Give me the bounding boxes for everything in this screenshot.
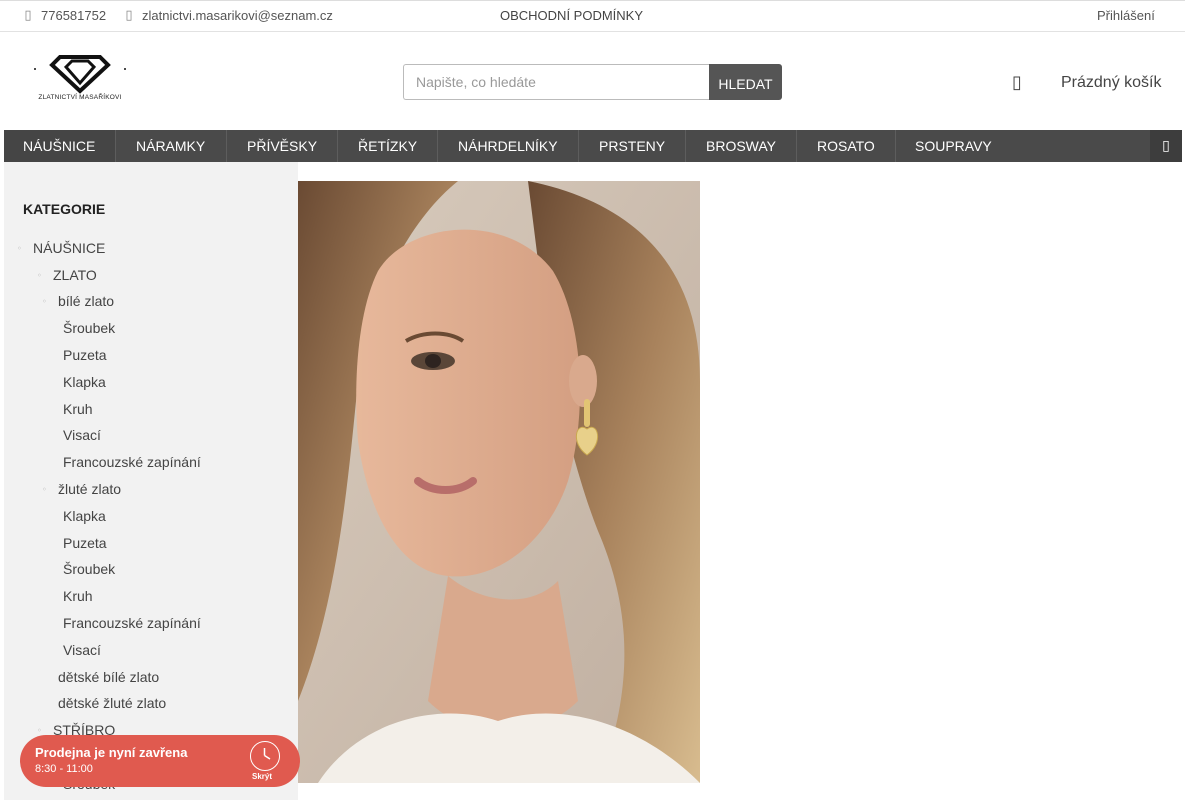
category-item[interactable]: Klapka bbox=[63, 374, 106, 390]
login-link[interactable]: Přihlášení bbox=[1097, 8, 1155, 23]
category-item[interactable]: ZLATO bbox=[53, 267, 97, 283]
clock-icon bbox=[250, 741, 280, 771]
category-item[interactable]: Kruh bbox=[63, 401, 93, 417]
store-status: Prodejna je nyní zavřena bbox=[35, 745, 188, 760]
terms-link[interactable]: OBCHODNÍ PODMÍNKY bbox=[500, 8, 643, 23]
nav-item-retizky[interactable]: ŘETÍZKY bbox=[338, 130, 437, 162]
category-item[interactable]: dětské bílé zlato bbox=[58, 669, 159, 685]
phone-number[interactable]: 776581752 bbox=[41, 8, 106, 23]
search-bar: HLEDAT bbox=[403, 64, 782, 100]
logo-text: ZLATNICTVÍ MASAŘÍKOVI bbox=[38, 94, 122, 101]
cart[interactable]: ▯ Prázdný košík bbox=[1012, 72, 1161, 93]
logo-mark bbox=[34, 55, 126, 94]
nav-item-rosato[interactable]: ROSATO bbox=[797, 130, 895, 162]
phone-contact[interactable]: ▯ 776581752 bbox=[23, 8, 106, 23]
category-item[interactable]: Visací bbox=[63, 427, 101, 443]
category-item[interactable]: Puzeta bbox=[63, 535, 107, 551]
bullet-icon: ◦ bbox=[42, 297, 47, 306]
hide-widget-button[interactable]: Skrýt bbox=[252, 772, 272, 781]
top-bar: ▯ 776581752 ▯ zlatnictvi.masarikovi@sezn… bbox=[0, 0, 1185, 32]
category-item[interactable]: bílé zlato bbox=[58, 293, 114, 309]
email-icon: ▯ bbox=[125, 8, 133, 23]
category-item[interactable]: Visací bbox=[63, 642, 101, 658]
site-logo[interactable]: ZLATNICTVÍ MASAŘÍKOVI bbox=[32, 55, 128, 105]
nav-item-nahrdelniky[interactable]: NÁHRDELNÍKY bbox=[438, 130, 578, 162]
main-nav: NÁUŠNICE NÁRAMKY PŘÍVĚSKY ŘETÍZKY NÁHRDE… bbox=[4, 130, 1182, 162]
bullet-icon: ◦ bbox=[37, 726, 42, 735]
email-contact[interactable]: ▯ zlatnictvi.masarikovi@seznam.cz bbox=[124, 8, 333, 23]
nav-item-soupravy[interactable]: SOUPRAVY bbox=[896, 130, 1016, 162]
opening-hours-widget[interactable]: Prodejna je nyní zavřena 8:30 - 11:00 Sk… bbox=[20, 735, 300, 787]
more-icon[interactable]: ▯ bbox=[1150, 130, 1182, 162]
bullet-icon: ◦ bbox=[17, 244, 22, 253]
category-item[interactable]: Klapka bbox=[63, 508, 106, 524]
category-item[interactable]: Puzeta bbox=[63, 347, 107, 363]
cart-icon: ▯ bbox=[1012, 72, 1022, 93]
bullet-icon: ◦ bbox=[42, 485, 47, 494]
phone-icon: ▯ bbox=[24, 8, 32, 23]
cart-label[interactable]: Prázdný košík bbox=[1061, 74, 1161, 92]
nav-item-nausnice[interactable]: NÁUŠNICE bbox=[4, 130, 115, 162]
category-sidebar: KATEGORIE ◦ NÁUŠNICE ◦ ZLATO ◦ bílé zlat… bbox=[4, 162, 298, 800]
nav-item-prsteny[interactable]: PRSTENY bbox=[579, 130, 685, 162]
category-item[interactable]: Šroubek bbox=[63, 320, 115, 336]
bullet-icon: ◦ bbox=[37, 271, 42, 280]
category-item[interactable]: žluté zlato bbox=[58, 481, 121, 497]
nav-item-privesky[interactable]: PŘÍVĚSKY bbox=[227, 130, 337, 162]
nav-item-brosway[interactable]: BROSWAY bbox=[686, 130, 796, 162]
category-item[interactable]: Kruh bbox=[63, 588, 93, 604]
store-hours: 8:30 - 11:00 bbox=[35, 763, 93, 775]
nav-item-naramky[interactable]: NÁRAMKY bbox=[116, 130, 226, 162]
category-item[interactable]: NÁUŠNICE bbox=[33, 240, 105, 256]
category-item[interactable]: Francouzské zapínání bbox=[63, 615, 201, 631]
hero-banner-image[interactable] bbox=[298, 181, 700, 783]
category-item[interactable]: dětské žluté zlato bbox=[58, 695, 166, 711]
search-input[interactable] bbox=[403, 64, 709, 100]
category-item[interactable]: Francouzské zapínání bbox=[63, 454, 201, 470]
category-item[interactable]: Šroubek bbox=[63, 561, 115, 577]
email-address[interactable]: zlatnictvi.masarikovi@seznam.cz bbox=[142, 8, 333, 23]
search-button[interactable]: HLEDAT bbox=[709, 64, 782, 100]
model-photo bbox=[298, 181, 700, 783]
sidebar-title: KATEGORIE bbox=[23, 201, 106, 217]
